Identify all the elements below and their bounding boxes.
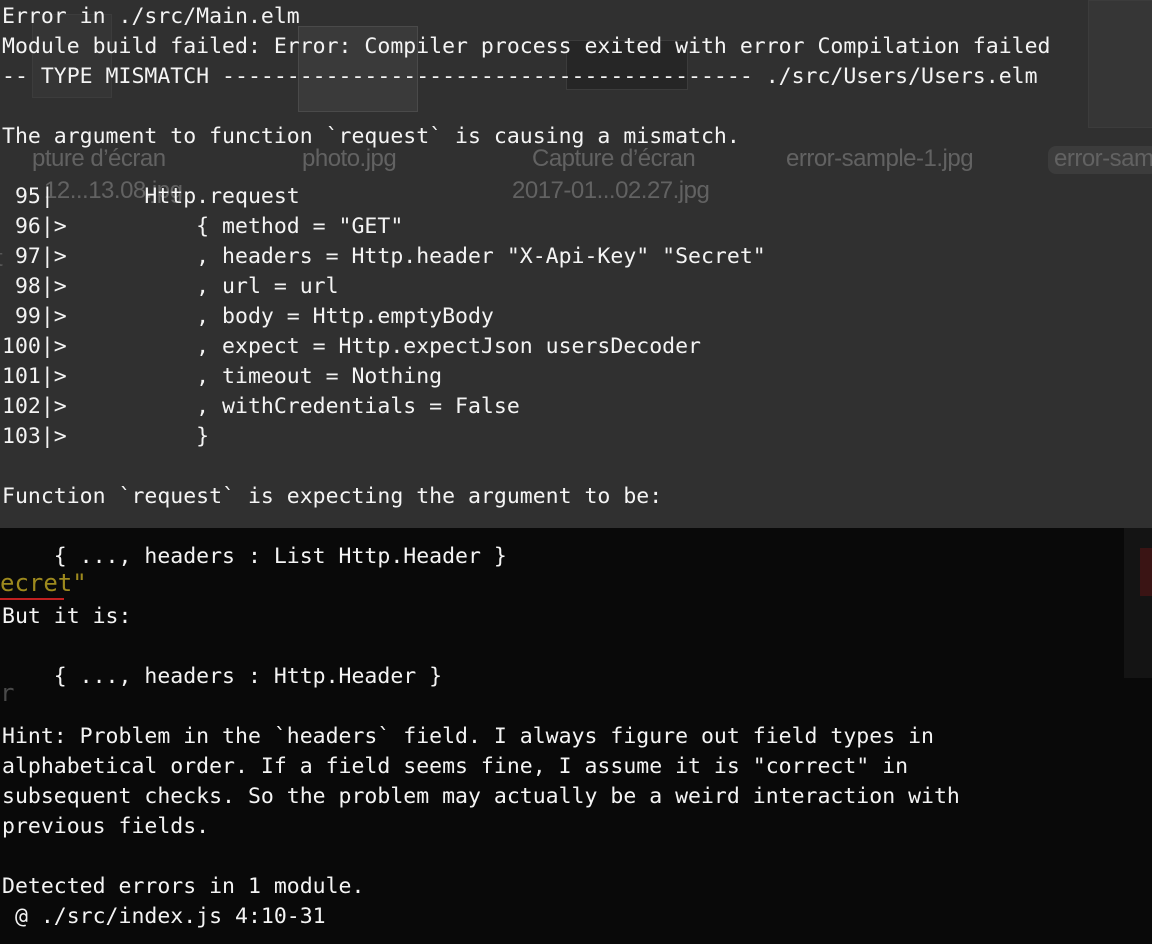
terminal-line: -- TYPE MISMATCH -----------------------… [2,64,1038,89]
terminal-output: Error in ./src/Main.elm Module build fail… [2,2,1152,932]
terminal-line: 99|> , body = Http.emptyBody [2,304,494,329]
terminal-line: The argument to function `request` is ca… [2,124,740,149]
terminal-line: 102|> , withCredentials = False [2,394,520,419]
terminal-line: alphabetical order. If a field seems fin… [2,754,909,779]
terminal-line: Error in ./src/Main.elm [2,4,300,29]
terminal-line: 97|> , headers = Http.header "X-Api-Key"… [2,244,766,269]
terminal-line: 95| Http.request [2,184,300,209]
terminal-line: subsequent checks. So the problem may ac… [2,784,960,809]
terminal-line: Detected errors in 1 module. [2,874,365,899]
terminal-line: 96|> { method = "GET" [2,214,404,239]
terminal-line: Function `request` is expecting the argu… [2,484,663,509]
terminal-line: 101|> , timeout = Nothing [2,364,443,389]
terminal-line: previous fields. [2,814,210,839]
terminal-line: { ..., headers : List Http.Header } [2,544,507,569]
terminal-line: Hint: Problem in the `headers` field. I … [2,724,934,749]
terminal-line: 100|> , expect = Http.expectJson usersDe… [2,334,701,359]
terminal-line: But it is: [2,604,132,629]
terminal-line: Module build failed: Error: Compiler pro… [2,34,1051,59]
terminal-line: 98|> , url = url [2,274,339,299]
terminal-line: 103|> } [2,424,210,449]
terminal-line: @ ./src/index.js 4:10-31 [2,904,326,929]
terminal-line: { ..., headers : Http.Header } [2,664,443,689]
